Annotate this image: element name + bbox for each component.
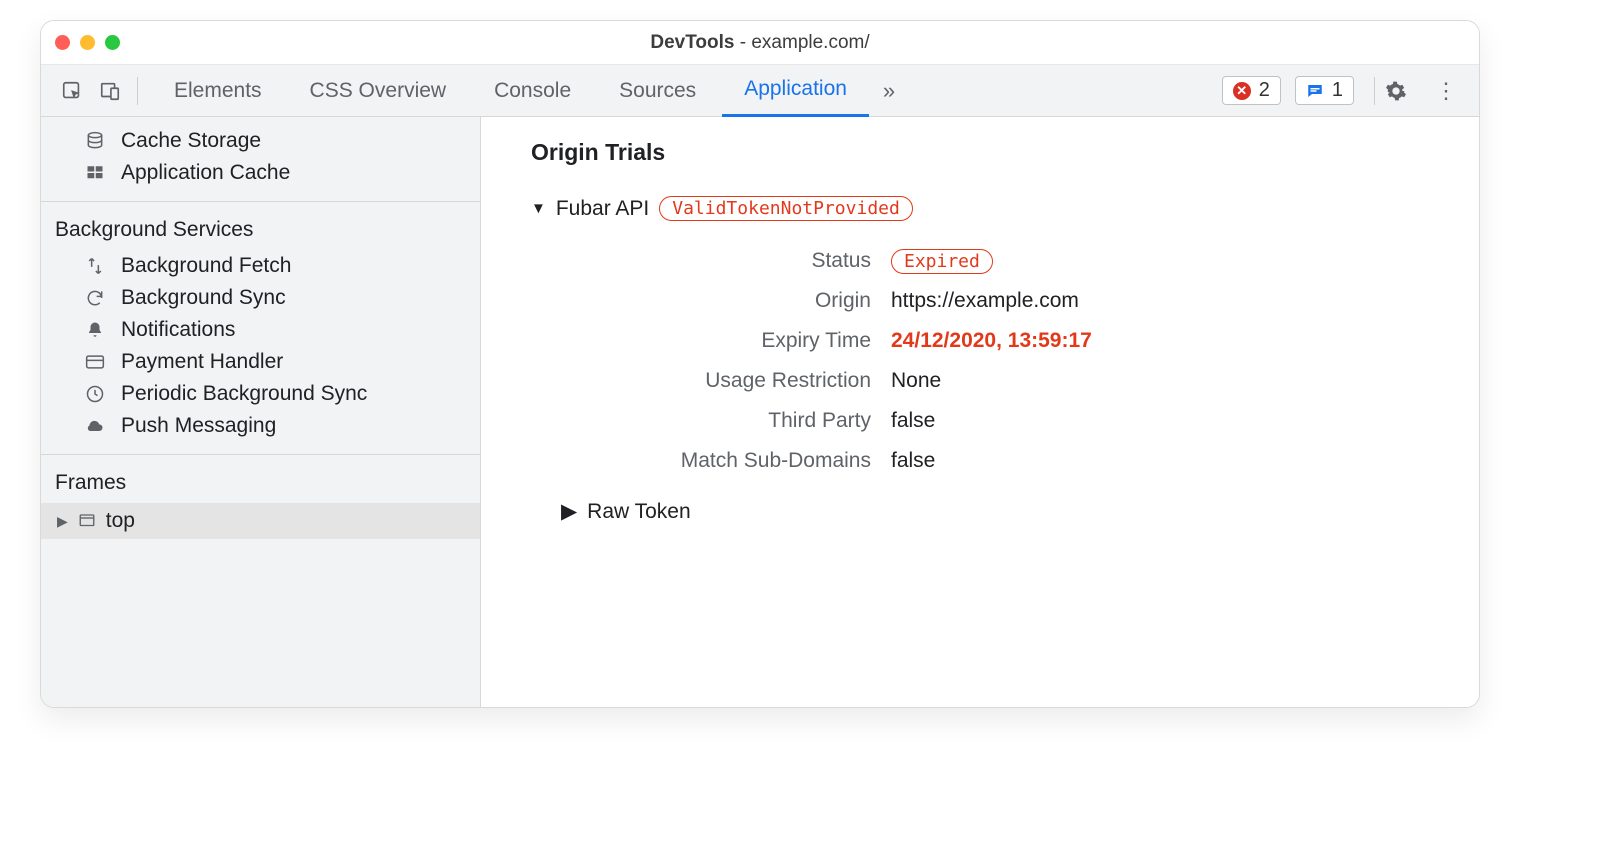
sidebar-item-label: Push Messaging <box>121 414 276 438</box>
error-icon: ✕ <box>1233 82 1251 100</box>
sidebar-item-background-fetch[interactable]: Background Fetch <box>41 250 480 282</box>
raw-token-label: Raw Token <box>587 500 691 524</box>
errors-chip[interactable]: ✕ 2 <box>1222 76 1281 105</box>
sidebar-item-label: Background Sync <box>121 286 286 310</box>
panel-heading: Origin Trials <box>531 139 1479 166</box>
sidebar-item-payment-handler[interactable]: Payment Handler <box>41 346 480 378</box>
messages-count: 1 <box>1332 79 1343 102</box>
sidebar-item-label: Background Fetch <box>121 254 291 278</box>
frames-top-label: top <box>106 509 135 533</box>
window-title: DevTools - example.com/ <box>41 32 1479 54</box>
third-party-label: Third Party <box>611 409 871 433</box>
expand-triangle-icon[interactable]: ▶ <box>561 499 577 524</box>
third-party-value: false <box>891 409 1479 433</box>
sidebar-item-label: Periodic Background Sync <box>121 382 367 406</box>
subdomains-label: Match Sub-Domains <box>611 449 871 473</box>
sidebar-item-cache-storage[interactable]: Cache Storage <box>41 125 480 157</box>
sidebar-item-label: Notifications <box>121 318 235 342</box>
title-bar: DevTools - example.com/ <box>41 21 1479 65</box>
usage-label: Usage Restriction <box>611 369 871 393</box>
device-toggle-icon[interactable] <box>93 74 127 108</box>
database-icon <box>83 131 107 151</box>
settings-gear-icon[interactable] <box>1385 80 1423 102</box>
status-label: Status <box>611 249 871 273</box>
tab-console[interactable]: Console <box>472 65 593 117</box>
credit-card-icon <box>83 352 107 372</box>
tab-sources[interactable]: Sources <box>597 65 718 117</box>
messages-chip[interactable]: 1 <box>1295 76 1354 105</box>
message-icon <box>1306 82 1324 100</box>
tab-elements[interactable]: Elements <box>152 65 284 117</box>
expiry-value: 24/12/2020, 13:59:17 <box>891 329 1479 353</box>
window-title-app: DevTools <box>650 32 734 53</box>
trial-name: Fubar API <box>556 197 649 221</box>
inspect-element-icon[interactable] <box>55 74 89 108</box>
status-value: Expired <box>891 249 1479 273</box>
token-status-pill: ValidTokenNotProvided <box>659 196 913 221</box>
body-split: Cache Storage Application Cache Backgrou… <box>41 117 1479 707</box>
expand-triangle-icon[interactable]: ▶ <box>57 513 68 530</box>
sidebar-item-periodic-bg-sync[interactable]: Periodic Background Sync <box>41 378 480 410</box>
sidebar-heading-background-services: Background Services <box>41 201 480 250</box>
tab-strip: Elements CSS Overview Console Sources Ap… <box>41 65 1479 117</box>
subdomains-value: false <box>891 449 1479 473</box>
sidebar-item-label: Payment Handler <box>121 350 283 374</box>
frames-top-row[interactable]: ▶ top <box>41 503 480 539</box>
sidebar-heading-frames: Frames <box>41 454 480 503</box>
sidebar-item-label: Application Cache <box>121 161 290 185</box>
sidebar-item-push-messaging[interactable]: Push Messaging <box>41 410 480 442</box>
sync-icon <box>83 288 107 308</box>
sidebar-item-background-sync[interactable]: Background Sync <box>41 282 480 314</box>
origin-value: https://example.com <box>891 289 1479 313</box>
more-menu-icon[interactable]: ⋮ <box>1427 78 1465 104</box>
clock-icon <box>83 384 107 404</box>
origin-label: Origin <box>611 289 871 313</box>
status-pill: Expired <box>891 249 993 274</box>
tab-css-overview[interactable]: CSS Overview <box>288 65 469 117</box>
raw-token-row[interactable]: ▶ Raw Token <box>561 499 1479 524</box>
grid-icon <box>83 164 107 182</box>
frame-icon <box>78 512 96 530</box>
sidebar-item-notifications[interactable]: Notifications <box>41 314 480 346</box>
tab-application[interactable]: Application <box>722 65 869 117</box>
trial-details-table: Status Expired Origin https://example.co… <box>611 241 1479 481</box>
separator <box>1374 77 1375 105</box>
expiry-label: Expiry Time <box>611 329 871 353</box>
cloud-icon <box>83 416 107 436</box>
usage-value: None <box>891 369 1479 393</box>
fetch-icon <box>83 256 107 276</box>
origin-trials-panel: Origin Trials ▼ Fubar API ValidTokenNotP… <box>481 117 1479 707</box>
errors-count: 2 <box>1259 79 1270 102</box>
bell-icon <box>83 321 107 339</box>
sidebar-item-label: Cache Storage <box>121 129 261 153</box>
sidebar-item-application-cache[interactable]: Application Cache <box>41 157 480 189</box>
trial-row[interactable]: ▼ Fubar API ValidTokenNotProvided <box>531 196 1479 221</box>
devtools-window: DevTools - example.com/ Elements CSS Ove… <box>40 20 1480 708</box>
separator <box>137 77 138 105</box>
tabs-overflow-icon[interactable]: » <box>873 78 905 104</box>
application-sidebar: Cache Storage Application Cache Backgrou… <box>41 117 481 707</box>
collapse-triangle-icon[interactable]: ▼ <box>531 200 546 217</box>
window-title-page: example.com/ <box>751 32 869 53</box>
